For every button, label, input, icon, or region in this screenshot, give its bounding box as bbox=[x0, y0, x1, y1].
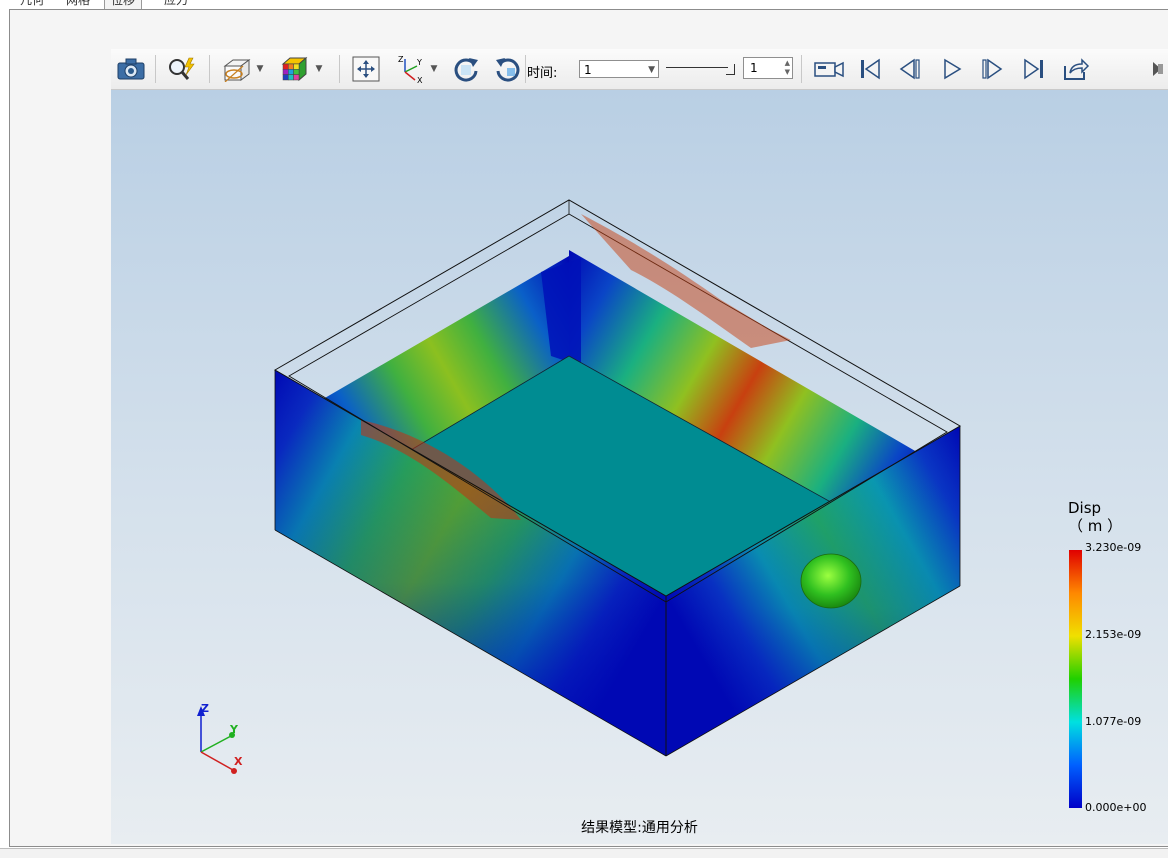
axes-icon[interactable]: Z Y X bbox=[393, 52, 427, 86]
fit-view-icon[interactable] bbox=[349, 52, 383, 86]
tab-displacement[interactable]: 位移 bbox=[104, 0, 143, 9]
time-select[interactable]: 1 ▼ bbox=[579, 60, 659, 78]
rotate-cw-icon[interactable] bbox=[449, 52, 483, 86]
result-model-caption: 结果模型:通用分析 bbox=[581, 820, 698, 836]
axis-x-label: X bbox=[234, 755, 243, 768]
query-icon[interactable] bbox=[165, 52, 199, 86]
slider-handle[interactable] bbox=[726, 64, 735, 75]
rotate-ccw-icon[interactable] bbox=[491, 52, 525, 86]
color-map-dropdown-icon[interactable]: ▼ bbox=[313, 52, 325, 86]
axis-y-label: Y bbox=[229, 723, 239, 736]
contact-ball bbox=[800, 553, 862, 609]
axes-dropdown-icon[interactable]: ▼ bbox=[428, 52, 440, 86]
next-frame-icon[interactable] bbox=[977, 52, 1007, 86]
axis-triad bbox=[197, 706, 237, 774]
axis-z-label: Z bbox=[201, 702, 209, 715]
prev-frame-icon[interactable] bbox=[895, 52, 925, 86]
section-view-dropdown-icon[interactable]: ▼ bbox=[254, 52, 266, 86]
play-icon[interactable] bbox=[937, 52, 967, 86]
frame-spinbox-value: 1 bbox=[750, 61, 758, 75]
result-viewer: ▼ ▼ Z Y X ▼ 时间: 1 ▼ 1 ▲ ▼ Z Y X Disp （ m ）… bbox=[111, 49, 1168, 844]
time-label: 时间: bbox=[527, 66, 558, 81]
fea-model: Z Y X bbox=[197, 199, 961, 774]
legend-title: Disp bbox=[1068, 499, 1102, 517]
legend-color-bar bbox=[1069, 550, 1082, 808]
frame-slider[interactable] bbox=[666, 64, 736, 75]
legend-value-2: 2.153e-09 bbox=[1085, 628, 1142, 641]
3d-viewport[interactable]: Z Y X Disp （ m ） 3.230e-09 2.153e-09 1.0… bbox=[111, 90, 1168, 844]
time-select-value: 1 bbox=[584, 63, 592, 77]
record-icon[interactable] bbox=[811, 52, 847, 86]
legend-value-1: 1.077e-09 bbox=[1085, 715, 1142, 728]
first-frame-icon[interactable] bbox=[855, 52, 885, 86]
spin-arrows-icon[interactable]: ▲ ▼ bbox=[785, 59, 790, 77]
chevron-down-icon: ▼ bbox=[648, 65, 655, 75]
tab-geometry[interactable]: 几何 bbox=[14, 0, 50, 9]
frame-spinbox[interactable]: 1 ▲ ▼ bbox=[743, 57, 793, 79]
svg-text:Y: Y bbox=[416, 58, 422, 67]
svg-text:Z: Z bbox=[398, 55, 404, 64]
export-icon[interactable] bbox=[1059, 52, 1093, 86]
last-frame-icon[interactable] bbox=[1019, 52, 1049, 86]
svg-text:X: X bbox=[417, 76, 423, 84]
section-view-icon[interactable] bbox=[219, 52, 253, 86]
viewer-toolbar: ▼ ▼ Z Y X ▼ 时间: 1 ▼ 1 ▲ ▼ bbox=[111, 49, 1168, 90]
tab-stress[interactable]: 应力 bbox=[158, 0, 194, 9]
color-map-icon[interactable] bbox=[277, 52, 311, 86]
camera-icon[interactable] bbox=[115, 52, 147, 86]
legend-min: 0.000e+00 bbox=[1085, 801, 1147, 814]
legend-max: 3.230e-09 bbox=[1085, 541, 1142, 554]
more-icon[interactable] bbox=[1148, 52, 1166, 86]
legend-unit: （ m ） bbox=[1068, 517, 1123, 535]
tab-mesh[interactable]: 网格 bbox=[60, 0, 96, 9]
